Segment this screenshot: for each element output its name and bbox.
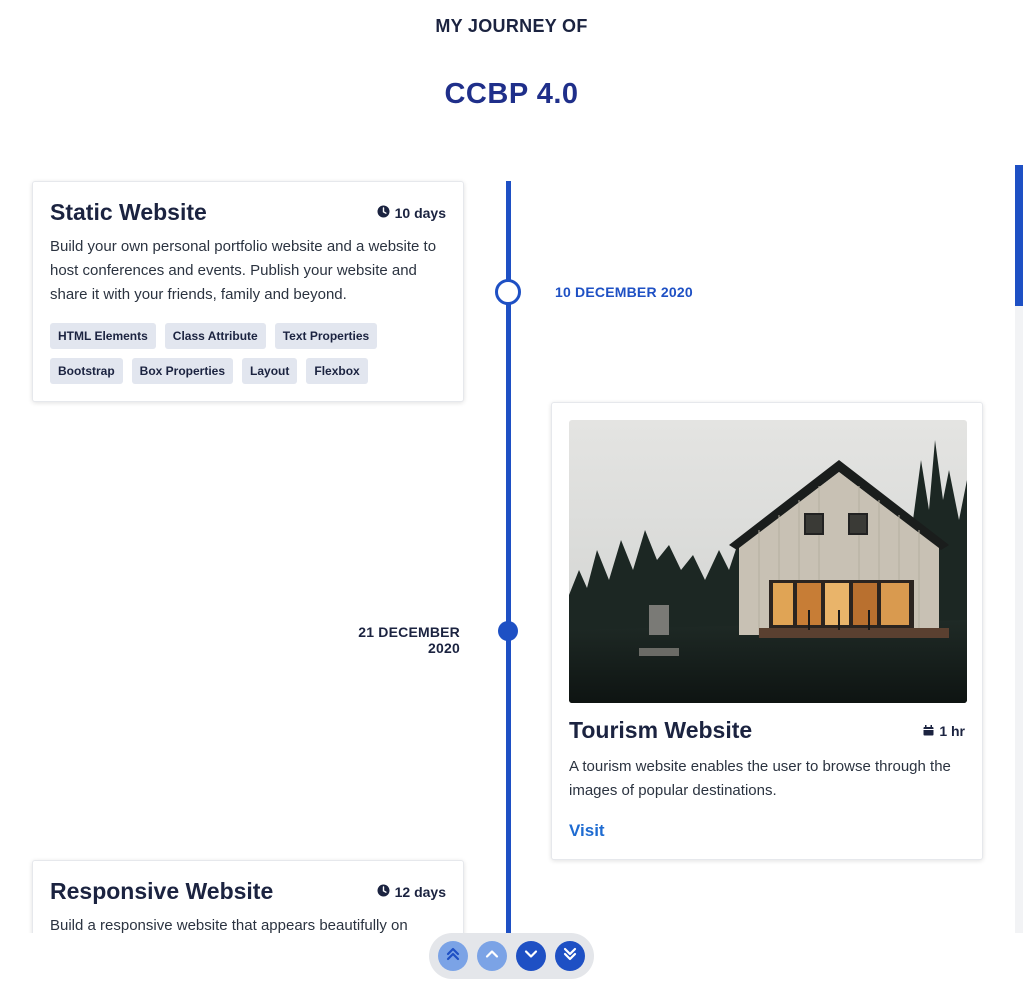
tag: Text Properties	[274, 323, 378, 349]
duration-label: 1 hr	[939, 722, 965, 739]
duration-label: 10 days	[394, 204, 446, 221]
tag-list: HTML Elements Class Attribute Text Prope…	[50, 323, 450, 393]
course-card-tourism-website: Tourism Website 1 hr A tourism website e…	[551, 402, 983, 860]
clock-icon	[377, 205, 390, 221]
tag: Class Attribute	[164, 323, 266, 349]
scroll-down-button[interactable]	[516, 941, 546, 971]
double-chevron-down-icon	[562, 946, 578, 967]
calendar-icon	[923, 723, 934, 739]
card-description: A tourism website enables the user to br…	[569, 758, 951, 799]
tag: HTML Elements	[50, 323, 156, 349]
card-header: Static Website 10 days	[50, 199, 446, 226]
timeline-date: 10 DECEMBER 2020	[555, 284, 693, 300]
chevron-up-icon	[484, 946, 500, 967]
course-card-static-website: Static Website 10 days Build your own pe…	[32, 181, 464, 402]
card-duration: 10 days	[377, 205, 446, 221]
course-card-responsive-website: Responsive Website 12 days Build a respo…	[32, 860, 464, 933]
card-duration: 12 days	[377, 884, 446, 900]
tag: Layout	[242, 358, 298, 384]
visit-link[interactable]: Visit	[569, 821, 605, 841]
tag: Flexbox	[306, 358, 368, 384]
tag: Bootstrap	[50, 358, 123, 384]
page-subtitle: MY JOURNEY OF	[435, 16, 588, 36]
scroll-up-button[interactable]	[477, 941, 507, 971]
double-chevron-up-icon	[445, 946, 461, 967]
chevron-down-icon	[523, 946, 539, 967]
card-description: Build your own personal portfolio websit…	[50, 238, 437, 303]
tag: Box Properties	[131, 358, 234, 384]
duration-label: 12 days	[394, 883, 446, 900]
card-description: Build a responsive website that appears …	[50, 917, 408, 933]
page-title: CCBP 4.0	[444, 78, 579, 110]
scroll-nav	[429, 933, 594, 979]
page-viewport: MY JOURNEY OF CCBP 4.0 10 DECEMBER 2020 …	[0, 0, 1023, 933]
timeline-dot-hollow	[495, 279, 521, 305]
card-header: Tourism Website 1 hr	[569, 717, 965, 744]
card-duration: 1 hr	[923, 723, 965, 739]
scroll-to-bottom-button[interactable]	[555, 941, 585, 971]
house-at-dusk-photo	[569, 420, 967, 703]
scrollbar-thumb[interactable]	[1015, 165, 1023, 306]
card-header: Responsive Website 12 days	[50, 878, 446, 905]
clock-icon	[377, 884, 390, 900]
timeline-date: 21 DECEMBER 2020	[358, 624, 460, 656]
card-title: Tourism Website	[569, 717, 753, 743]
scroll-to-top-button[interactable]	[438, 941, 468, 971]
card-title: Responsive Website	[50, 878, 274, 904]
timeline-dot-filled	[498, 621, 518, 641]
card-title: Static Website	[50, 199, 207, 225]
